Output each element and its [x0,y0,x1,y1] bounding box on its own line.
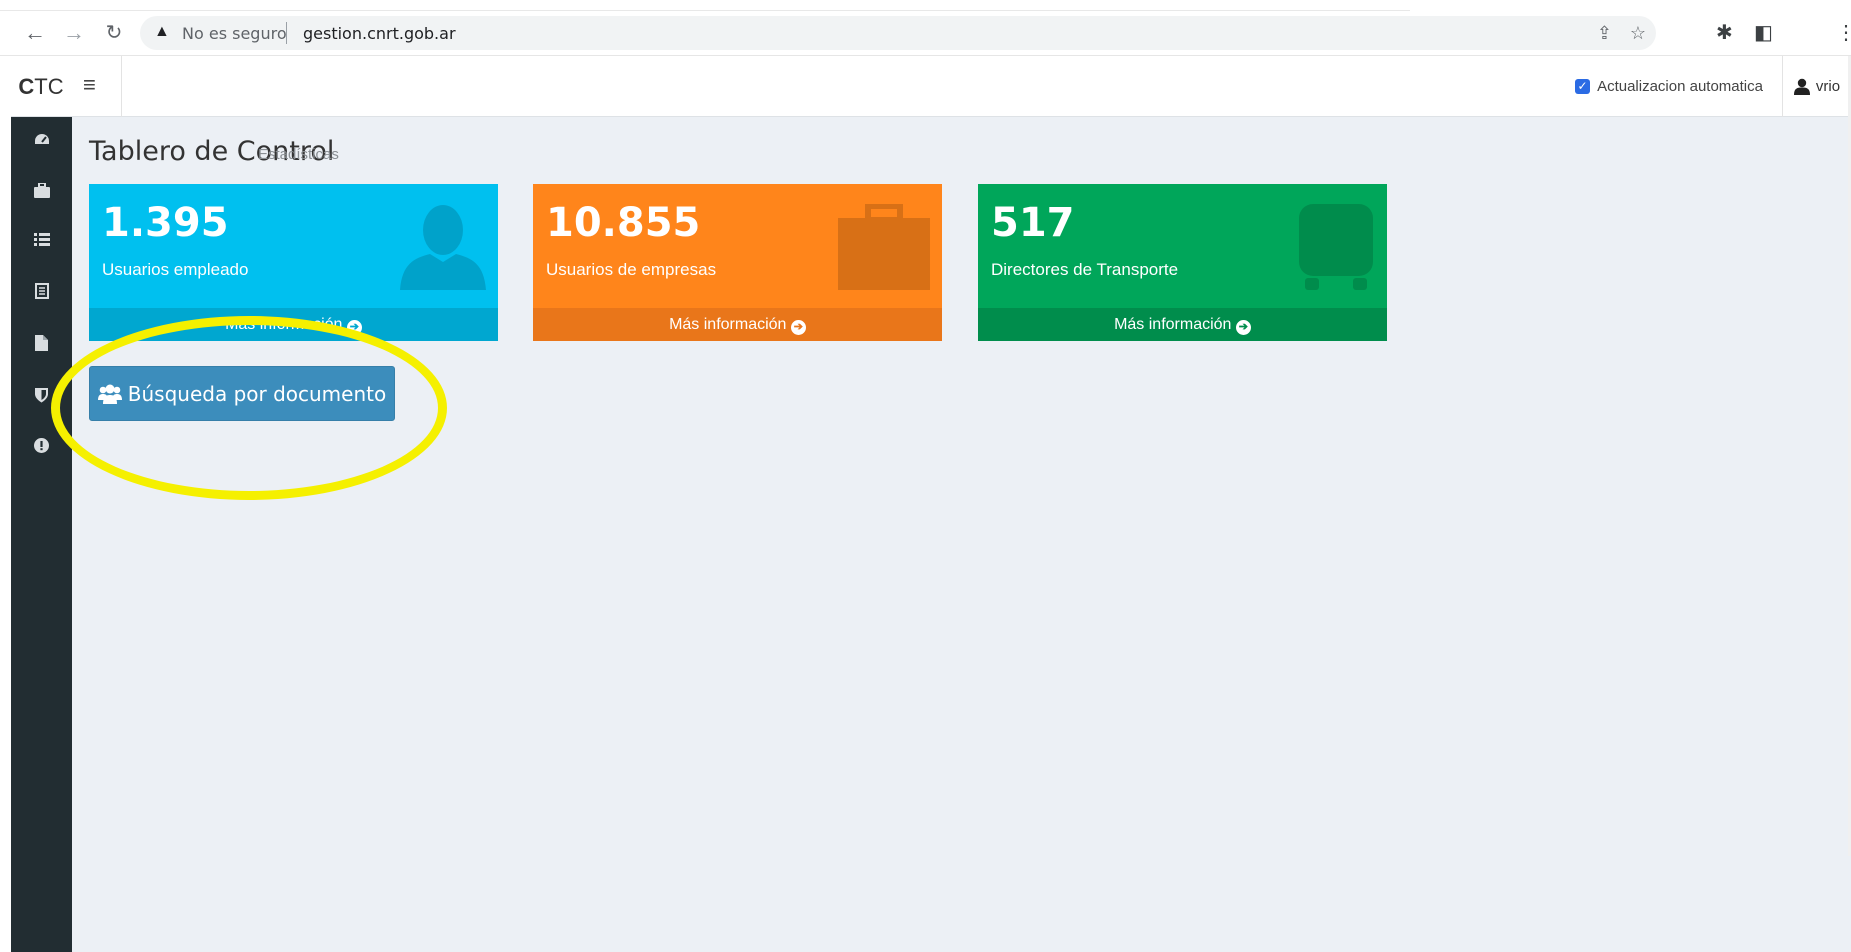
arrow-circle-right-icon: ➔ [346,320,362,335]
sidebar [11,117,72,952]
more-info-label: Más información [669,316,787,333]
auto-update-toggle[interactable]: ✓ Actualizacion automatica [1575,56,1763,117]
address-bar[interactable]: ▲ No es seguro gestion.cnrt.gob.ar ⇪ ☆ [140,16,1656,50]
app-logo[interactable]: CTC [11,56,71,117]
address-separator [286,22,287,44]
menu-toggle-icon[interactable]: ≡ [83,72,96,98]
more-info-label: Más información [1114,316,1232,333]
book-icon[interactable] [11,283,72,304]
more-info-label: Más información [225,316,343,333]
back-icon[interactable]: ← [22,20,48,46]
stat-label: Directores de Transporte [991,260,1179,279]
tab-strip [0,0,1410,11]
logo-rest-letters: TC [34,74,64,99]
file-icon[interactable] [11,335,72,356]
stat-label: Usuarios de empresas [546,260,717,279]
more-info-link[interactable]: Más información ➔ [533,308,942,341]
forward-icon[interactable]: → [61,20,87,46]
username: vrio [1815,78,1841,95]
stat-box-companies: 10.855 Usuarios de empresas Más informac… [533,184,942,341]
briefcase-icon[interactable] [11,182,72,203]
arrow-circle-right-icon: ➔ [790,320,806,335]
stat-box-directors: 517 Directores de Transporte Más informa… [978,184,1387,341]
url-text[interactable]: gestion.cnrt.gob.ar [303,24,456,43]
page-subtitle: Estadísticas [258,146,339,163]
briefcase-icon [838,204,930,290]
main-content: Tablero de Control Estadísticas 1.395 Us… [51,117,1851,952]
security-status[interactable]: No es seguro [182,24,287,43]
warning-icon: ▲ [154,23,170,40]
list-icon[interactable] [11,233,72,252]
dashboard-icon[interactable] [11,133,72,152]
auto-update-checkbox[interactable]: ✓ [1575,79,1591,94]
bookmark-star-icon[interactable]: ☆ [1630,23,1646,44]
browser-menu-icon[interactable]: ⋮ [1836,20,1851,45]
auto-update-label: Actualizacion automatica [1597,78,1763,95]
extensions-icon[interactable]: ✱ [1716,20,1733,45]
more-info-link[interactable]: Más información ➔ [978,308,1387,341]
stat-value: 10.855 [546,200,701,246]
more-info-link[interactable]: Más información ➔ [89,308,498,341]
reload-icon[interactable]: ↻ [101,20,127,46]
side-panel-icon[interactable]: ◧ [1754,20,1773,45]
app-header: CTC ≡ ✓ Actualizacion automatica vrio [11,56,1851,117]
users-icon [97,384,122,404]
bus-icon [1299,204,1373,290]
share-icon[interactable]: ⇪ [1597,23,1612,44]
stat-label: Usuarios empleado [102,260,249,279]
alert-icon[interactable] [11,438,72,458]
stat-value: 517 [991,200,1075,246]
search-by-document-button[interactable]: Búsqueda por documento [89,366,395,421]
stat-box-employees: 1.395 Usuarios empleado Más información … [89,184,498,341]
user-icon [1793,78,1810,95]
shield-icon[interactable] [11,387,72,408]
header-divider [121,56,122,117]
arrow-circle-right-icon: ➔ [1235,320,1251,335]
user-icon [400,205,486,290]
stat-value: 1.395 [102,200,229,246]
search-button-label: Búsqueda por documento [127,381,387,406]
logo-bold-letter: C [18,74,35,99]
user-menu[interactable]: vrio [1783,56,1851,117]
browser-toolbar: ← → ↻ ▲ No es seguro gestion.cnrt.gob.ar… [0,0,1851,56]
